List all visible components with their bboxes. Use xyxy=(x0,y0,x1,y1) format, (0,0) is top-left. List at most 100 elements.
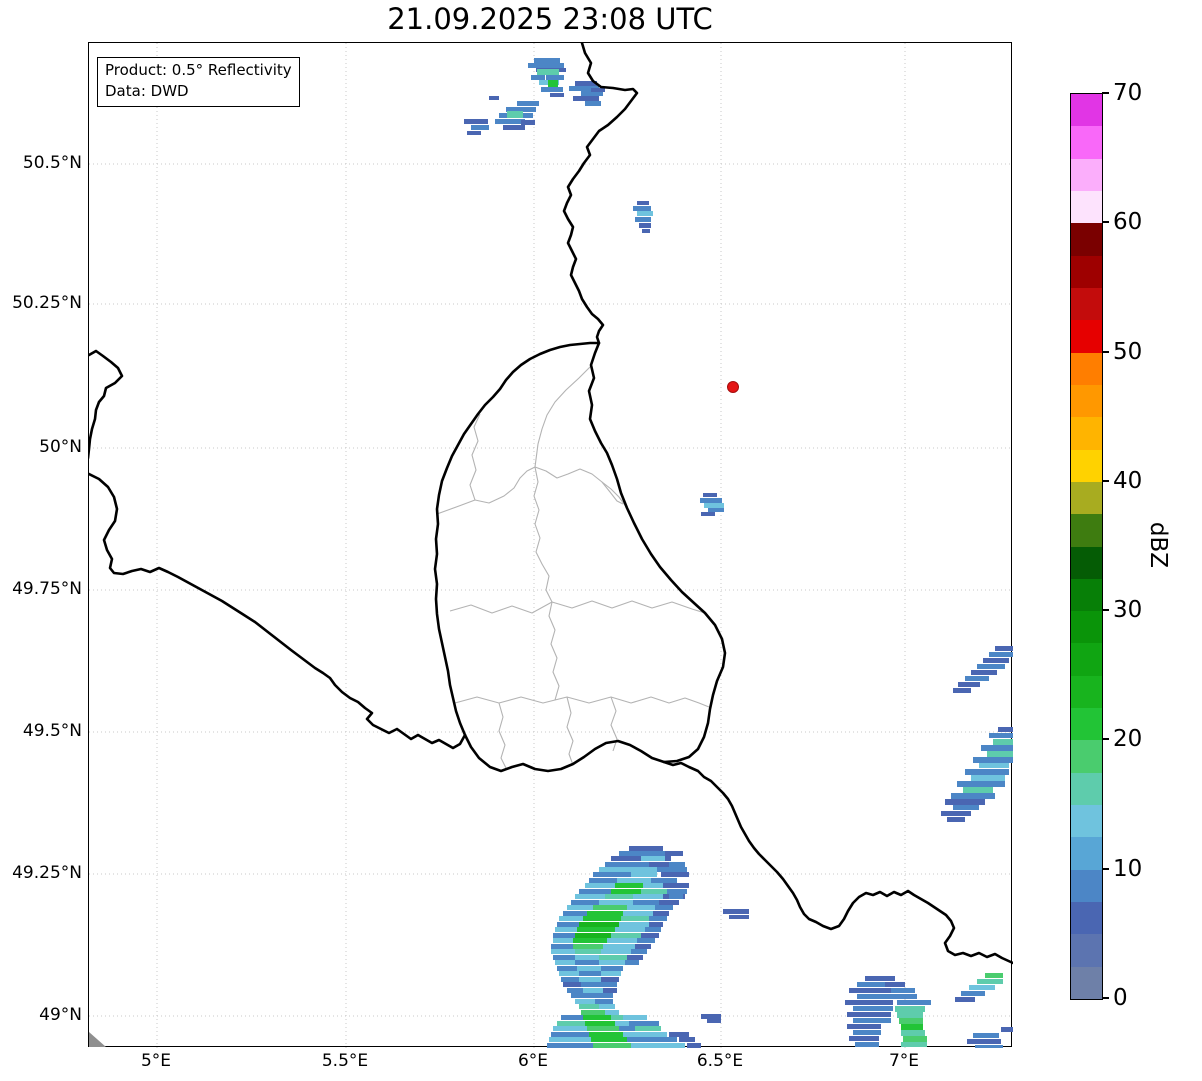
colorbar-segment xyxy=(1071,869,1102,903)
radar-echo-cell xyxy=(601,966,623,971)
radar-echo-cell xyxy=(947,817,965,822)
radar-echo-cell xyxy=(701,512,715,516)
colorbar-segment xyxy=(1071,901,1102,935)
y-tick-label: 49°N xyxy=(39,1005,82,1025)
radar-echo-cell xyxy=(563,982,581,987)
radar-echo-cell xyxy=(891,988,915,993)
radar-echo-cell xyxy=(627,955,643,960)
y-tick-label: 49.75°N xyxy=(12,579,82,599)
border-france-germany xyxy=(662,760,1013,965)
radar-echo-cell xyxy=(965,769,1009,775)
colorbar-segment xyxy=(1071,836,1102,870)
radar-echo-cell xyxy=(979,763,1009,768)
radar-echo-cell xyxy=(955,997,975,1002)
radar-echo-cell xyxy=(623,1015,647,1020)
colorbar-tick-label: 50 xyxy=(1113,338,1143,365)
colorbar-tick-mark xyxy=(1102,867,1109,870)
y-tick-label: 50.5°N xyxy=(22,153,82,173)
radar-echo-cell xyxy=(581,982,601,987)
radar-echo-cell xyxy=(649,1043,685,1048)
product-annotation: Product: 0.5° Reflectivity Data: DWD xyxy=(97,57,300,107)
colorbar-segment xyxy=(1071,804,1102,838)
radar-echo-cell xyxy=(623,1032,637,1037)
radar-echo-cell xyxy=(495,119,525,124)
radar-echo-cell xyxy=(553,933,575,938)
radar-echo-cell xyxy=(635,217,651,222)
colorbar-segment xyxy=(1071,610,1102,644)
district-border xyxy=(449,600,706,614)
colorbar-segment xyxy=(1071,578,1102,612)
colorbar-segment xyxy=(1071,319,1102,353)
radar-echo-cell xyxy=(599,1004,615,1009)
radar-echo-cell xyxy=(531,75,545,80)
radar-echo-cell xyxy=(585,101,601,106)
border-france-west-fragment xyxy=(89,349,124,459)
radar-echo-cell xyxy=(557,966,577,971)
radar-echo-cell xyxy=(977,664,1005,669)
radar-echo-cell xyxy=(661,872,689,877)
colorbar-segment xyxy=(1071,93,1102,127)
radar-echo-cell xyxy=(555,927,577,932)
colorbar-tick-label: 10 xyxy=(1113,855,1143,882)
radar-echo-cell xyxy=(471,125,489,130)
radar-echo-cell xyxy=(1001,1027,1013,1032)
colorbar-tick-mark xyxy=(1102,221,1109,224)
radar-echo-cell xyxy=(853,1018,891,1023)
radar-echo-cell xyxy=(601,971,621,976)
radar-echo-cell xyxy=(571,993,613,998)
radar-echo-cell xyxy=(635,944,651,949)
radar-echo-cell xyxy=(631,1043,649,1048)
radar-echo-cell xyxy=(615,927,645,932)
radar-echo-cell xyxy=(617,878,651,883)
district-border xyxy=(436,466,624,515)
radar-echo-cell xyxy=(611,1015,623,1020)
radar-echo-cell xyxy=(641,933,659,938)
radar-echo-cell xyxy=(987,751,1013,757)
district-border xyxy=(534,364,593,468)
radar-echo-cell xyxy=(587,1026,619,1031)
radar-echo-cell xyxy=(591,88,605,92)
radar-echo-cell xyxy=(579,922,619,927)
border-luxembourg-outline xyxy=(433,341,727,773)
radar-echo-cell xyxy=(467,131,481,135)
radar-range-edge-wedge xyxy=(89,1032,106,1047)
colorbar-segment xyxy=(1071,255,1102,288)
colorbar-segment xyxy=(1071,352,1102,385)
radar-echo-cell xyxy=(969,985,995,990)
radar-echo-cell xyxy=(587,911,623,916)
radar-echo-cell xyxy=(897,1000,931,1005)
x-tick-label: 5°E xyxy=(140,1051,172,1071)
colorbar-tick-label: 20 xyxy=(1113,726,1143,753)
radar-echo-cell xyxy=(575,894,605,899)
colorbar-tick-mark xyxy=(1102,350,1109,353)
radar-echo-cell xyxy=(537,69,559,75)
radar-echo-cell xyxy=(707,1019,721,1023)
colorbar-segment xyxy=(1071,675,1102,709)
colorbar-tick-label: 30 xyxy=(1113,597,1143,624)
radar-echo-cell xyxy=(567,988,583,993)
radar-echo-cell xyxy=(993,739,1013,745)
district-border xyxy=(469,413,481,501)
annotation-product-line: Product: 0.5° Reflectivity xyxy=(105,61,292,79)
radar-echo-cell xyxy=(627,1037,643,1042)
radar-echo-cell xyxy=(965,676,989,681)
radar-echo-cell xyxy=(951,793,995,799)
radar-echo-cell xyxy=(579,971,601,976)
radar-echo-cell xyxy=(704,503,724,508)
radar-echo-cell xyxy=(561,977,579,982)
radar-echo-cell xyxy=(989,733,1013,738)
colorbar-segment xyxy=(1071,739,1102,773)
radar-echo-cell xyxy=(687,1043,701,1048)
radar-echo-cell xyxy=(595,999,613,1004)
radar-echo-cell xyxy=(958,682,980,687)
colorbar-tick-mark xyxy=(1102,738,1109,741)
radar-echo-cell xyxy=(865,976,895,981)
map-plot-area xyxy=(88,42,1013,1048)
radar-echo-cell xyxy=(583,988,603,993)
radar-echo-cell xyxy=(853,1006,893,1011)
radar-echo-cell xyxy=(957,781,1005,787)
radar-echo-cell xyxy=(553,938,573,943)
radar-echo-cell xyxy=(973,757,1013,763)
radar-echo-cell xyxy=(975,1045,1003,1048)
annotation-source-line: Data: DWD xyxy=(105,82,189,100)
